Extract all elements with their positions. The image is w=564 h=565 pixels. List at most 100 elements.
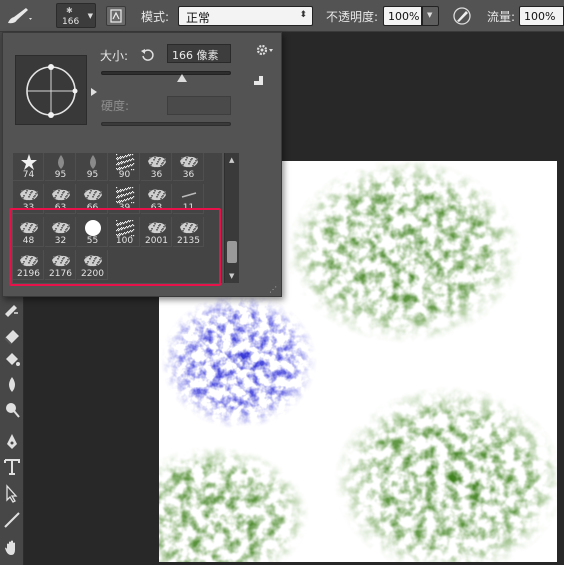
texture-brush-icon — [20, 222, 38, 234]
history-brush-icon — [5, 305, 18, 317]
brush-preset-size: 100 — [115, 236, 134, 246]
brush-preset-size: 33 — [22, 203, 35, 213]
flow-value: 100% — [524, 10, 556, 23]
brush-size-value: 166 — [62, 17, 80, 27]
blend-mode-select[interactable]: 正常 ⬍ — [178, 6, 313, 26]
new-preset-button[interactable] — [253, 75, 265, 87]
brush-preset-cell[interactable]: 11 — [173, 184, 204, 214]
pressure-opacity-button[interactable] — [451, 6, 473, 26]
brush-preset-size: 48 — [22, 236, 35, 246]
brush-preset-cell[interactable]: 95 — [77, 153, 108, 181]
brush-preset-cell[interactable]: 2001 — [141, 217, 172, 247]
brush-preset-cell[interactable]: 33 — [13, 184, 44, 214]
blend-mode-value: 正常 — [186, 11, 211, 25]
reset-icon — [141, 49, 154, 61]
brush-preset-cell[interactable]: 48 — [13, 217, 44, 247]
size-slider[interactable] — [101, 71, 231, 75]
brush-size-picker[interactable]: ✱ 166 ▼ — [56, 3, 96, 28]
blur-tool[interactable] — [2, 375, 22, 395]
size-slider-thumb[interactable] — [176, 74, 187, 82]
brush-preset-size: 2196 — [17, 269, 40, 279]
opacity-input[interactable]: 100% — [383, 6, 422, 26]
brush-preset-cell[interactable]: 2135 — [173, 217, 204, 247]
flow-field[interactable]: 100% — [519, 6, 564, 26]
brush-preset-cell[interactable]: 2176 — [45, 250, 76, 280]
brush-preset-cell[interactable]: 95 — [45, 153, 76, 181]
brush-preset-size: 63 — [150, 203, 163, 213]
brush-preset-size: 90 — [118, 170, 131, 180]
texture-brush-icon — [52, 222, 70, 234]
chevron-down-icon: ▼ — [87, 12, 93, 20]
scatter-brush-icon — [116, 187, 135, 204]
brush-panel-icon — [110, 9, 122, 23]
brush-preset-size: 32 — [54, 236, 67, 246]
brush-preset-cell[interactable]: 39 — [109, 184, 140, 214]
dodge-icon — [6, 403, 20, 418]
panel-menu-button[interactable] — [255, 43, 275, 57]
pen-pressure-icon — [453, 7, 471, 25]
hardness-slider — [101, 122, 231, 126]
resize-grip-icon[interactable]: ⋰ — [269, 285, 277, 294]
updown-arrows-icon: ⬍ — [299, 10, 307, 20]
texture-brush-icon — [148, 222, 166, 234]
size-label: 大小: — [100, 49, 129, 63]
presets-scrollbar[interactable]: ▲ ▼ — [224, 153, 239, 283]
water-drop-icon — [9, 377, 15, 392]
scroll-thumb[interactable] — [227, 241, 237, 263]
texture-brush-icon — [84, 255, 102, 267]
scroll-down-icon[interactable]: ▼ — [229, 272, 234, 280]
line-icon — [4, 512, 20, 528]
hand-tool[interactable] — [2, 538, 22, 558]
brush-preset-cell[interactable]: 63 — [45, 184, 76, 214]
size-input[interactable]: 166 像素 — [167, 44, 231, 63]
brush-preset-cell[interactable]: 2200 — [77, 250, 108, 280]
line-tool[interactable] — [2, 510, 22, 530]
brush-preset-size: 2200 — [81, 269, 104, 279]
brush-preset-cell[interactable]: 90 — [109, 153, 140, 181]
brush-preset-size: 63 — [54, 203, 67, 213]
brush-preset-cell[interactable]: 63 — [141, 184, 172, 214]
brush-preset-cell[interactable]: 36 — [173, 153, 204, 181]
texture-brush-icon — [180, 222, 198, 234]
scatter-brush-icon — [116, 220, 135, 237]
new-preset-icon — [254, 76, 263, 85]
dodge-tool[interactable] — [2, 400, 22, 420]
brush-preset-size: 55 — [86, 236, 99, 246]
round-hard-brush-icon — [85, 220, 101, 236]
brush-icon — [8, 8, 32, 24]
brush-angle-preview[interactable] — [15, 55, 87, 125]
paint-bucket-icon — [6, 353, 20, 366]
brush-preset-cell[interactable]: 55 — [77, 217, 108, 247]
flow-input[interactable]: 100% — [519, 6, 564, 26]
path-selection-tool[interactable] — [2, 484, 22, 504]
texture-brush-icon — [20, 189, 38, 201]
texture-brush-icon — [52, 255, 70, 267]
reset-size-button[interactable] — [140, 47, 156, 63]
opacity-field[interactable]: 100% ▼ — [383, 6, 439, 26]
brush-preset-size: 2001 — [145, 236, 168, 246]
scroll-up-icon[interactable]: ▲ — [229, 156, 234, 164]
brush-preset-cell[interactable]: 66 — [77, 184, 108, 214]
brush-preset-cell[interactable]: 32 — [45, 217, 76, 247]
brush-preset-size: 2135 — [177, 236, 200, 246]
brush-preset-cell[interactable]: 100 — [109, 217, 140, 247]
mode-label: 模式: — [141, 10, 170, 24]
hand-icon — [5, 540, 15, 555]
toggle-brush-panel-button[interactable] — [106, 6, 126, 26]
brush-preset-cell[interactable]: 2196 — [13, 250, 44, 280]
brush-preset-cell[interactable]: 36 — [141, 153, 172, 181]
texture-brush-icon — [148, 189, 166, 201]
history-brush-tool[interactable] — [2, 300, 22, 320]
eraser-tool[interactable] — [2, 326, 22, 346]
hardness-input — [167, 96, 231, 115]
pen-tool[interactable] — [2, 432, 22, 452]
eraser-icon — [4, 330, 19, 345]
photoshop-window: ✱ 166 ▼ 模式: 正常 ⬍ 不透明度: 100% ▼ 流量: 100% 大… — [0, 0, 564, 565]
brush-preset-cell[interactable]: 74 — [13, 153, 44, 181]
angle-arrow-icon — [91, 88, 97, 96]
texture-brush-icon — [20, 255, 38, 267]
brush-tool-preset-picker[interactable] — [4, 5, 34, 27]
paint-bucket-tool[interactable] — [2, 350, 22, 370]
type-tool[interactable] — [2, 457, 22, 477]
opacity-dropdown-button[interactable]: ▼ — [422, 6, 439, 26]
